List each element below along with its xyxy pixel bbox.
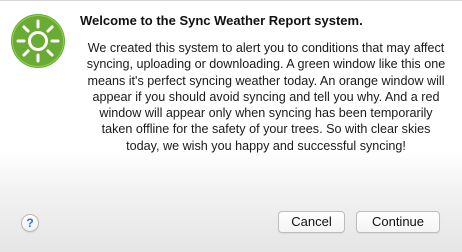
continue-button[interactable]: Continue xyxy=(356,211,440,233)
message-line: window will appear only when syncing has… xyxy=(99,106,433,121)
dialog-message: We created this system to alert you to c… xyxy=(80,40,452,154)
sun-icon xyxy=(11,14,65,68)
help-button[interactable]: ? xyxy=(21,214,39,232)
message-line: means it's perfect syncing weather today… xyxy=(87,73,445,88)
message-line: taken offline for the safety of your tre… xyxy=(101,122,431,137)
sync-weather-dialog: Welcome to the Sync Weather Report syste… xyxy=(0,0,462,252)
cancel-button[interactable]: Cancel xyxy=(278,211,345,233)
dialog-title: Welcome to the Sync Weather Report syste… xyxy=(80,13,363,28)
message-line: We created this system to alert you to c… xyxy=(87,41,445,55)
message-line: today, we wish you happy and successful … xyxy=(126,138,406,153)
message-line: syncing, uploading or downloading. A gre… xyxy=(86,57,446,72)
message-line: appear if you should avoid syncing and t… xyxy=(92,89,440,104)
